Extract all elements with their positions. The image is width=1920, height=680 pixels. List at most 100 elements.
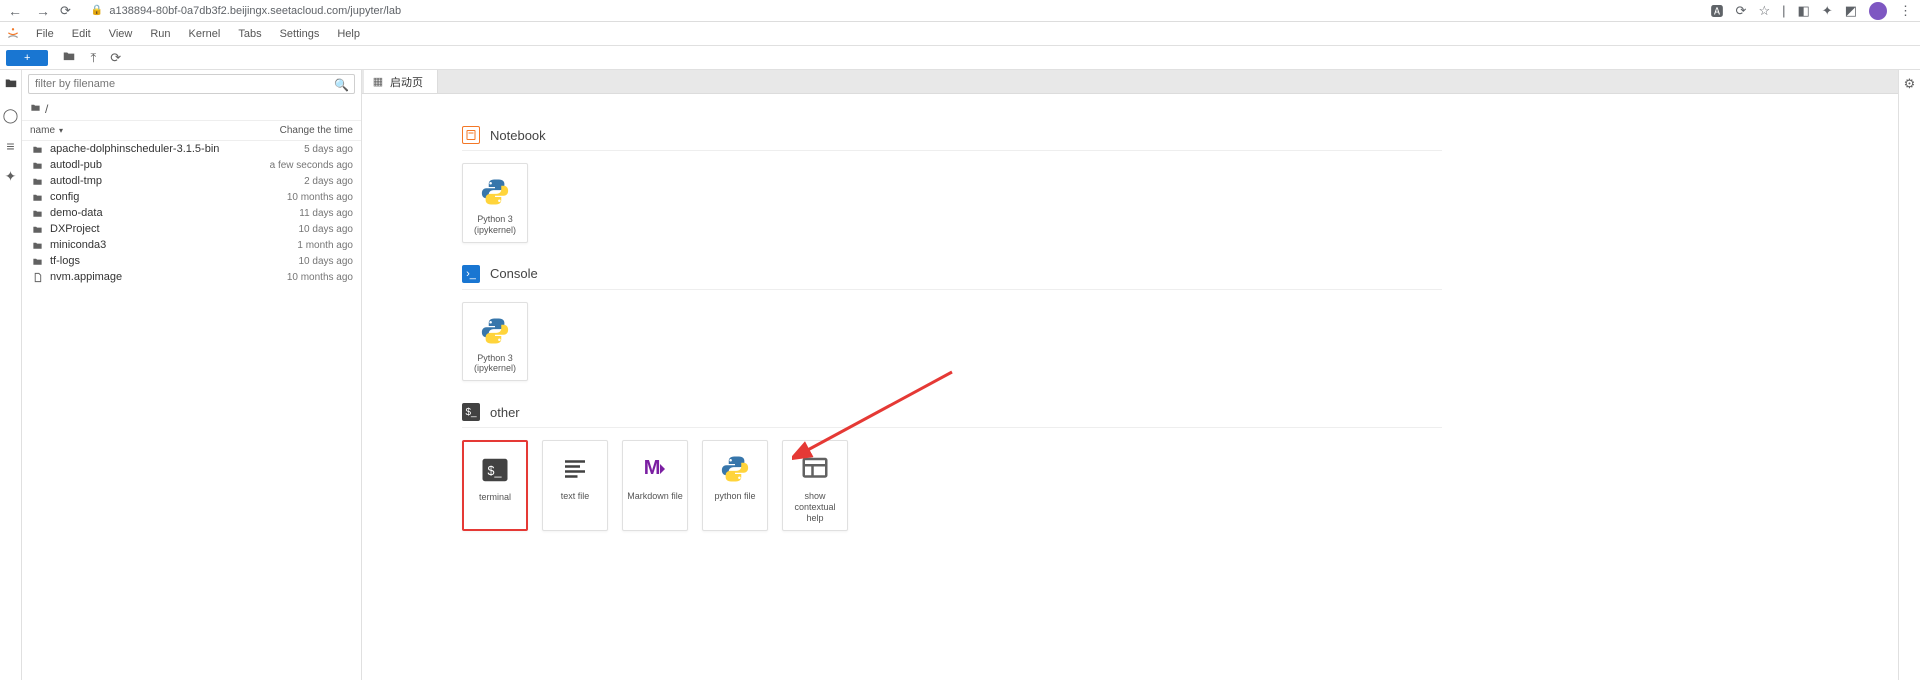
launcher-tab-label: 启动页 [390,74,423,90]
svg-text:$_: $_ [488,464,503,478]
tab-launcher[interactable]: ▦ 启动页 [364,70,438,93]
file-row[interactable]: miniconda31 month ago [22,237,361,253]
file-row[interactable]: autodl-tmp2 days ago [22,173,361,189]
file-time: 10 days ago [223,224,353,235]
breadcrumb[interactable]: / [22,98,361,120]
extension-icon-2[interactable]: ◩ [1845,3,1857,19]
contextual-icon [799,453,831,485]
activity-bar: ◯ ≡ ✦ [0,70,22,680]
file-time: 10 days ago [223,256,353,267]
file-row[interactable]: autodl-puba few seconds ago [22,157,361,173]
right-sidebar: ⚙ [1898,70,1920,680]
filter-input[interactable] [28,74,355,94]
file-toolbar: + ⤒ ⟳ [0,46,1920,70]
other-section-icon: $_ [462,403,480,421]
folder-icon [30,256,44,267]
file-row[interactable]: nvm.appimage10 months ago [22,269,361,285]
file-name: apache-dolphinscheduler-3.1.5-bin [50,143,223,155]
lock-icon: 🔒 [91,5,103,16]
notebook-card-label: Python 3 (ipykernel) [465,214,525,236]
folder-tab-icon[interactable] [4,76,18,93]
menu-view[interactable]: View [101,26,141,42]
browser-chrome: ← → ⟳ 🔒 a138894-80bf-0a7db3f2.beijingx.s… [0,0,1920,22]
file-name: demo-data [50,207,223,219]
file-time: a few seconds ago [223,160,353,171]
refresh-icon[interactable]: ⟳ [110,50,121,66]
card-label: show contextual help [785,491,845,523]
launcher-card-contextual[interactable]: show contextual help [782,440,848,530]
forward-button[interactable]: → [36,3,50,19]
secure-icon[interactable]: ⟳ [1736,3,1747,19]
col-time-header[interactable]: Change the time [223,125,353,136]
launcher-card-text[interactable]: text file [542,440,608,530]
url-text: a138894-80bf-0a7db3f2.beijingx.seetaclou… [109,5,401,17]
file-time: 10 months ago [223,272,353,283]
text-icon [559,453,591,485]
card-label: Markdown file [627,491,683,511]
console-python3-card[interactable]: Python 3 (ipykernel) [462,302,528,382]
upload-icon[interactable]: ⤒ [90,50,96,66]
card-label: terminal [479,492,511,512]
star-icon[interactable]: ☆ [1758,3,1770,19]
menu-run[interactable]: Run [142,26,178,42]
profile-avatar[interactable] [1869,2,1887,20]
folder-icon [30,240,44,251]
file-name: autodl-tmp [50,175,223,187]
menu-help[interactable]: Help [329,26,368,42]
section-other: $_ other $_terminaltext fileMMarkdown fi… [462,403,1442,530]
menu-file[interactable]: File [28,26,62,42]
menu-kernel[interactable]: Kernel [181,26,229,42]
launcher: Notebook Python 3 (ipykernel) [362,94,1898,680]
file-name: autodl-pub [50,159,223,171]
launcher-card-python[interactable]: python file [702,440,768,530]
console-card-label: Python 3 (ipykernel) [465,353,525,375]
file-time: 2 days ago [223,176,353,187]
file-name: tf-logs [50,255,223,267]
card-label: text file [561,491,590,511]
jupyter-logo [4,25,22,43]
file-name: nvm.appimage [50,271,223,283]
file-row[interactable]: apache-dolphinscheduler-3.1.5-bin5 days … [22,141,361,157]
new-launcher-button[interactable]: + [6,50,48,66]
file-time: 10 months ago [223,192,353,203]
running-tab-icon[interactable]: ◯ [3,107,19,124]
file-listing: apache-dolphinscheduler-3.1.5-bin5 days … [22,141,361,680]
launcher-card-terminal[interactable]: $_ terminal [462,440,528,530]
extension-icon-1[interactable]: ◧ [1798,3,1810,19]
workarea: ▦ 启动页 Notebook [362,70,1898,680]
file-row[interactable]: config10 months ago [22,189,361,205]
folder-icon [30,224,44,235]
menu-tabs[interactable]: Tabs [230,26,269,42]
console-section-icon: ›_ [462,265,480,283]
file-row[interactable]: demo-data11 days ago [22,205,361,221]
notebook-section-icon [462,126,480,144]
file-time: 1 month ago [223,240,353,251]
folder-icon [30,102,41,116]
browser-menu-icon[interactable]: ⋮ [1899,3,1912,19]
svg-text:M: M [644,457,661,479]
extensions-tab-icon[interactable]: ✦ [5,168,17,185]
file-row[interactable]: DXProject10 days ago [22,221,361,237]
search-icon: 🔍 [334,78,349,92]
notebook-python3-card[interactable]: Python 3 (ipykernel) [462,163,528,243]
url-bar[interactable]: 🔒 a138894-80bf-0a7db3f2.beijingx.seetacl… [81,4,1701,18]
property-inspector-icon[interactable]: ⚙ [1904,76,1916,92]
file-time: 5 days ago [223,144,353,155]
toc-tab-icon[interactable]: ≡ [6,138,14,154]
translate-icon[interactable]: 🅰 [1711,1,1724,20]
python-icon [719,453,751,485]
file-icon [30,272,44,283]
menu-settings[interactable]: Settings [272,26,328,42]
new-folder-icon[interactable] [62,49,76,66]
col-name-header[interactable]: name▾ [30,125,223,136]
menu-edit[interactable]: Edit [64,26,99,42]
card-label: python file [714,491,755,511]
tab-bar: ▦ 启动页 [362,70,1898,94]
reload-button[interactable]: ⟳ [60,3,71,19]
terminal-icon: $_ [479,454,511,486]
puzzle-icon[interactable]: ✦ [1822,3,1833,19]
section-notebook: Notebook Python 3 (ipykernel) [462,126,1442,243]
launcher-card-markdown[interactable]: M Markdown file [622,440,688,530]
file-row[interactable]: tf-logs10 days ago [22,253,361,269]
back-button[interactable]: ← [8,3,22,19]
